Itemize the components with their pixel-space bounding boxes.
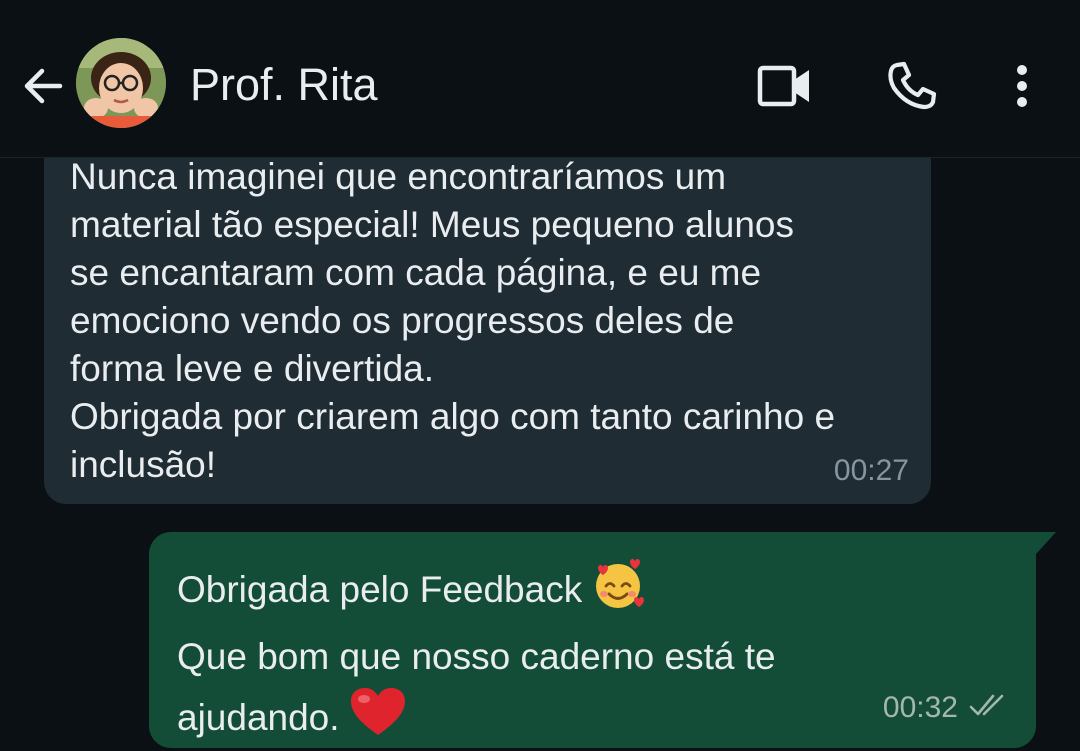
message-time: 00:32 <box>882 691 958 724</box>
message-time: 00:27 <box>833 454 909 487</box>
contact-name[interactable]: Prof. Rita <box>190 58 378 112</box>
more-options-button[interactable] <box>998 56 1046 116</box>
more-vertical-icon <box>1017 65 1027 107</box>
back-button[interactable] <box>20 62 68 110</box>
red-heart-icon <box>348 685 408 751</box>
smiling-face-with-hearts-icon <box>590 556 646 628</box>
phone-icon <box>888 61 937 110</box>
double-check-icon <box>968 684 1012 732</box>
message-line-text: ajudando. <box>177 696 340 738</box>
voice-call-button[interactable] <box>882 56 942 116</box>
video-call-button[interactable] <box>752 58 818 114</box>
incoming-message[interactable]: Nunca imaginei que encontraríamos um mat… <box>44 128 931 504</box>
chat-header: Prof. Rita <box>0 0 1080 158</box>
message-meta: 00:32 <box>883 684 1012 732</box>
message-line-text: Obrigada pelo Feedback <box>177 568 583 610</box>
message-line: Obrigada pelo Feedback <box>177 556 1017 628</box>
outgoing-message[interactable]: Obrigada pelo Feedback Que bom que nosso… <box>149 532 1056 751</box>
message-line: Que bom que nosso caderno está te <box>177 636 776 677</box>
avatar-photo <box>76 38 166 128</box>
video-camera-icon <box>757 65 809 107</box>
chat-screen: Prof. Rita Nunca imaginei que encontrarí… <box>0 0 1080 751</box>
avatar[interactable] <box>76 38 166 128</box>
bubble-tail <box>1036 532 1056 554</box>
arrow-left-icon <box>24 68 63 104</box>
message-text: Nunca imaginei que encontraríamos um mat… <box>70 156 836 485</box>
